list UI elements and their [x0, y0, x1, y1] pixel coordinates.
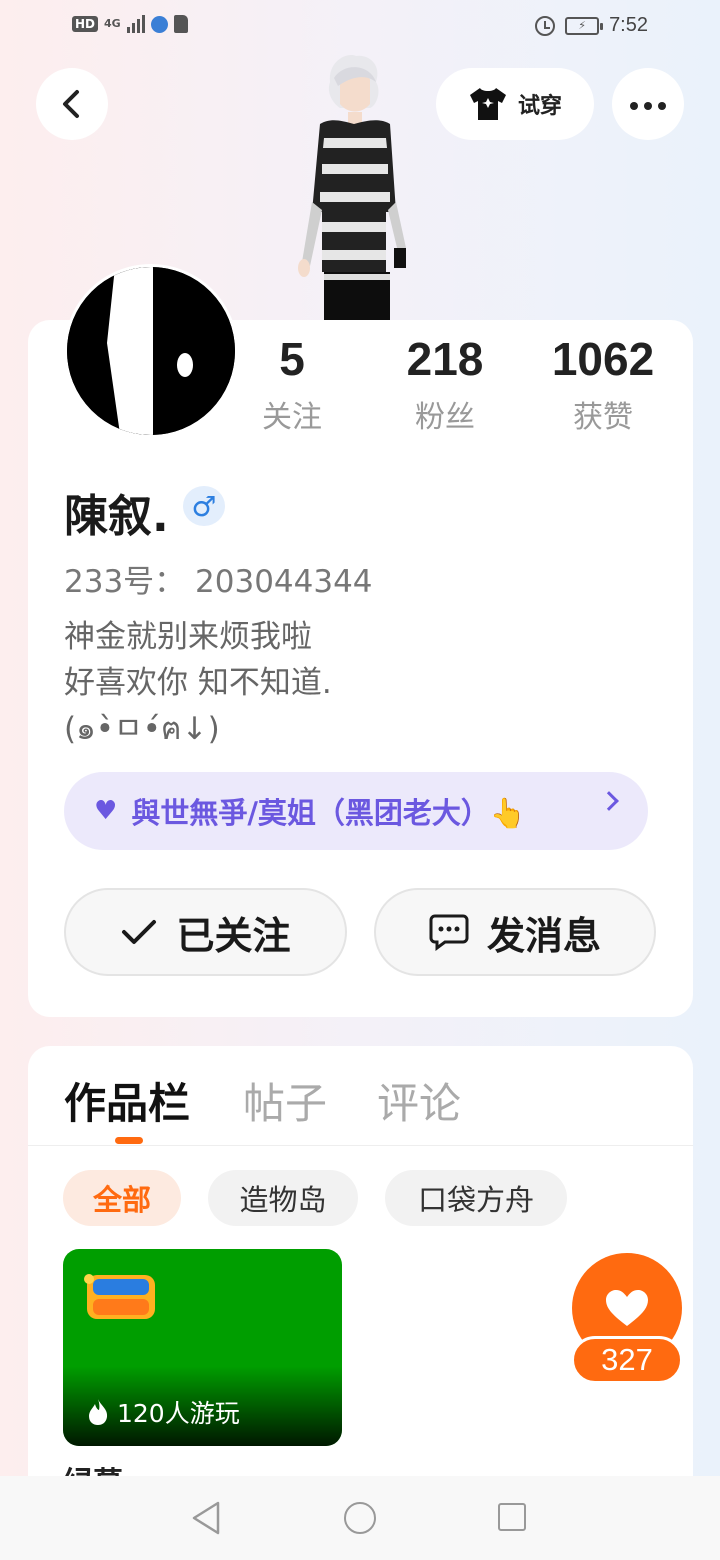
fans-count: 218 — [406, 333, 484, 385]
guild-name: 與世無爭/莫姐（黑团老大）👆 — [131, 796, 527, 830]
tab-divider — [28, 1145, 693, 1146]
status-bar: HD 4G ⚡ 7:52 — [0, 0, 720, 56]
filter-pocket-ark[interactable]: 口袋方舟 — [385, 1170, 567, 1226]
tab-indicator — [115, 1137, 143, 1144]
back-arrow-icon — [63, 90, 79, 118]
check-icon — [122, 920, 157, 944]
game-logo-icon — [84, 1274, 155, 1319]
filter-all[interactable]: 全部 — [63, 1170, 181, 1226]
tab-posts[interactable]: 帖子 — [243, 1070, 327, 1131]
game-card[interactable]: 120人游玩 — [63, 1249, 342, 1446]
try-on-button[interactable]: 试穿 — [436, 68, 594, 140]
user-name: 陳叙. — [64, 491, 169, 542]
game-plays-label: 120人游玩 — [117, 1399, 240, 1428]
following-label: 关注 — [262, 400, 322, 435]
like-count: 327 — [571, 1336, 683, 1384]
character-avatar[interactable] — [290, 52, 420, 322]
more-dots-icon — [627, 95, 669, 114]
network-type: 4G — [104, 17, 121, 30]
sd-card-icon — [173, 15, 188, 33]
more-button[interactable] — [612, 68, 684, 140]
guild-banner[interactable]: ♥ 與世無爭/莫姐（黑团老大）👆 — [64, 772, 648, 850]
game-plays: 120人游玩 — [87, 1394, 240, 1430]
battery-icon: ⚡ — [565, 16, 604, 35]
likes-received-label: 获赞 — [573, 400, 633, 435]
user-bio: 神金就别来烦我啦 好喜欢你 知不知道. (๑•̀ㅁ•́ฅ↓) — [64, 619, 332, 747]
nav-back-icon[interactable] — [190, 1500, 222, 1536]
followed-button[interactable]: 已关注 — [64, 888, 347, 976]
heart-icon: ♥ — [94, 796, 118, 826]
tab-comments[interactable]: 评论 — [377, 1070, 461, 1131]
likes-stat[interactable]: 1062 获赞 — [533, 332, 673, 436]
avatar-image — [67, 267, 235, 435]
alarm-icon — [535, 15, 556, 36]
tab-works[interactable]: 作品栏 — [64, 1070, 190, 1131]
tshirt-icon — [469, 88, 506, 120]
nav-home-icon[interactable] — [344, 1502, 376, 1534]
try-on-label: 试穿 — [517, 94, 562, 119]
flame-icon — [89, 1399, 108, 1425]
fans-label: 粉丝 — [415, 400, 475, 435]
browser-icon — [150, 15, 168, 33]
filter-creation-island[interactable]: 造物岛 — [208, 1170, 358, 1226]
male-icon: ♂ — [183, 486, 225, 526]
chat-bubble-icon — [429, 914, 469, 951]
message-label: 发消息 — [486, 913, 601, 958]
nav-recents-icon[interactable] — [498, 1503, 526, 1531]
user-id[interactable]: 233号： 203044344 — [64, 556, 373, 601]
message-button[interactable]: 发消息 — [374, 888, 656, 976]
clock: 7:52 — [609, 14, 648, 36]
hd-icon: HD — [72, 16, 99, 32]
following-count: 5 — [279, 333, 305, 385]
status-right: ⚡ 7:52 — [535, 14, 648, 37]
status-left: HD 4G — [72, 15, 188, 33]
likes-received-count: 1062 — [551, 333, 655, 385]
followed-label: 已关注 — [176, 913, 291, 958]
heart-icon — [606, 1290, 648, 1326]
chevron-right-icon — [599, 791, 619, 811]
signal-icon — [126, 15, 145, 33]
profile-avatar[interactable] — [64, 264, 238, 438]
back-button[interactable] — [36, 68, 108, 140]
following-stat[interactable]: 5 关注 — [222, 332, 362, 436]
fans-stat[interactable]: 218 粉丝 — [375, 332, 515, 436]
